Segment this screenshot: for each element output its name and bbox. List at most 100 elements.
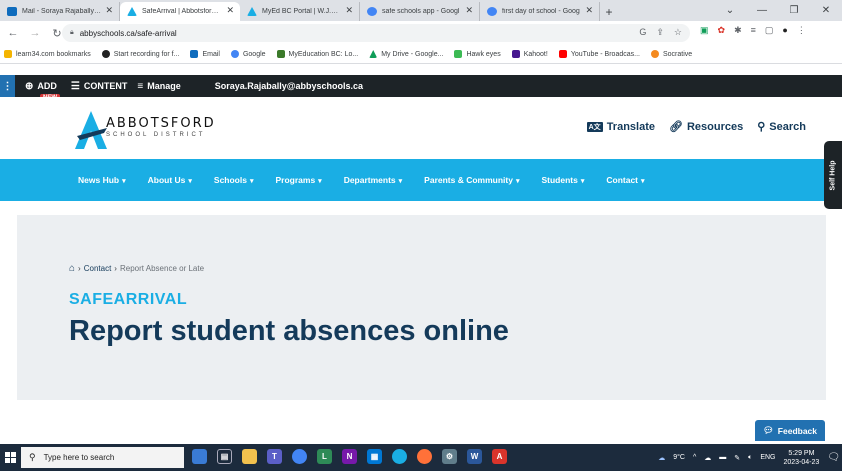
acrobat-icon[interactable]: A <box>492 449 507 464</box>
tab-title: MyEd BC Portal | W.J.Mou <box>262 8 341 15</box>
extension-icon[interactable]: ✿ <box>718 25 726 36</box>
nav-about-us[interactable]: About Us ▾ <box>148 175 192 185</box>
forward-arrow-icon[interactable]: → <box>26 27 44 39</box>
abbotsford-logo-icon[interactable] <box>74 109 108 151</box>
link-icon: 🔗︎ <box>669 121 683 133</box>
close-window-button[interactable]: ✕ <box>810 5 842 16</box>
add-button[interactable]: ⊕ ADD <box>25 81 57 92</box>
firefox-icon[interactable] <box>417 449 432 464</box>
browser-tab[interactable]: Mail - Soraya Rajabally - O ✕ <box>0 2 120 21</box>
back-arrow-icon[interactable]: ← <box>4 27 22 39</box>
nav-students[interactable]: Students ▾ <box>541 175 584 185</box>
weather-temp[interactable]: 9°C <box>673 454 685 461</box>
browser-tab[interactable]: MyEd BC Portal | W.J.Mou ✕ <box>240 2 360 21</box>
network-icon[interactable]: ▬ <box>719 454 726 461</box>
nav-schools[interactable]: Schools ▾ <box>214 175 254 185</box>
search-link[interactable]: ⚲ Search <box>757 120 806 134</box>
nav-departments[interactable]: Departments ▾ <box>344 175 402 185</box>
google-favicon-icon <box>487 7 497 16</box>
nav-programs[interactable]: Programs ▾ <box>275 175 321 185</box>
bookmark-label: learn34.com bookmarks <box>16 50 91 58</box>
edge-icon[interactable] <box>392 449 407 464</box>
close-icon[interactable]: ✕ <box>226 5 234 16</box>
nav-contact[interactable]: Contact ▾ <box>606 175 644 185</box>
bookmark-icon <box>101 50 110 58</box>
url-text[interactable]: abbyschools.ca/safe-arrival <box>80 29 177 38</box>
close-icon[interactable]: ✕ <box>585 5 593 16</box>
notifications-icon[interactable]: 🗨︎ <box>827 452 840 463</box>
minimize-button[interactable]: — <box>746 5 778 16</box>
chrome-icon[interactable] <box>292 449 307 464</box>
admin-menu-icon[interactable]: ⋮ <box>0 75 15 97</box>
bookmark[interactable]: My Drive - Google... <box>369 50 443 58</box>
language-indicator[interactable]: ENG <box>760 454 775 461</box>
address-bar[interactable]: 🔒︎ abbyschools.ca/safe-arrival G ⇪ ☆ <box>62 24 690 42</box>
calendar-icon[interactable]: ▦ <box>367 449 382 464</box>
add-label: ADD <box>37 81 57 91</box>
bookmark[interactable]: Start recording for f... <box>101 50 179 58</box>
browser-tab[interactable]: safe schools app - Googl ✕ <box>360 2 480 21</box>
youtube-icon <box>558 50 567 58</box>
restore-button[interactable]: ❐ <box>778 5 810 16</box>
reading-list-icon[interactable]: ≡ <box>751 25 756 36</box>
onenote-icon[interactable]: N <box>342 449 357 464</box>
bookmarks-bar: learn34.com bookmarks Start recording fo… <box>0 45 842 64</box>
resources-link[interactable]: 🔗︎ Resources <box>669 120 743 134</box>
chevron-down-icon[interactable]: ⌄ <box>714 5 746 16</box>
bookmark[interactable]: learn34.com bookmarks <box>4 50 91 58</box>
profile-avatar[interactable]: ● <box>782 25 787 36</box>
bookmark[interactable]: Socrative <box>650 50 692 58</box>
volume-icon[interactable]: 🔈︎ <box>748 454 752 462</box>
breadcrumb-contact[interactable]: Contact <box>84 264 112 273</box>
extension-icon[interactable]: ▣ <box>700 25 709 36</box>
self-help-tab[interactable]: Self Help <box>824 141 842 209</box>
nav-parents-community[interactable]: Parents & Community ▾ <box>424 175 519 185</box>
chevron-up-icon[interactable]: ^ <box>693 454 696 461</box>
browser-tab-active[interactable]: SafeArrival | Abbotsford S ✕ <box>120 2 240 21</box>
close-icon[interactable]: ✕ <box>345 5 353 16</box>
google-lens-icon[interactable]: G <box>639 27 646 38</box>
task-view-icon[interactable]: ▤ <box>217 449 232 464</box>
puzzle-icon[interactable]: ✱ <box>734 25 742 36</box>
manage-button[interactable]: ≡ Manage <box>137 81 180 92</box>
bookmark[interactable]: Hawk eyes <box>454 50 501 58</box>
pen-icon[interactable]: ✎ <box>734 454 740 462</box>
weather-icon[interactable]: ☁ <box>658 454 665 462</box>
bookmark[interactable]: Google <box>230 50 266 58</box>
page-kicker: SAFEARRIVAL <box>69 291 188 308</box>
star-icon[interactable]: ☆ <box>674 27 682 38</box>
home-icon[interactable]: ⌂ <box>69 263 75 274</box>
logo-wordmark[interactable]: ABBOTSFORD SCHOOL DISTRICT <box>106 116 216 138</box>
more-menu-icon[interactable]: ⋮ <box>797 25 806 36</box>
bookmark-label: Hawk eyes <box>466 50 501 58</box>
nav-news-hub[interactable]: News Hub ▾ <box>78 175 126 185</box>
new-tab-button[interactable]: + <box>600 2 618 21</box>
close-icon[interactable]: ✕ <box>105 5 113 16</box>
bookmark[interactable]: YouTube - Broadcas... <box>558 50 640 58</box>
side-panel-icon[interactable]: ▢ <box>765 25 774 36</box>
cloud-icon[interactable]: ☁ <box>704 454 711 462</box>
bookmark[interactable]: Kahoot! <box>511 50 548 58</box>
browser-tab[interactable]: first day of school - Goog ✕ <box>480 2 600 21</box>
word-icon[interactable]: W <box>467 449 482 464</box>
clock[interactable]: 5:29 PM 2023-04-23 <box>783 449 819 467</box>
file-explorer-icon[interactable] <box>242 449 257 464</box>
screen: Mail - Soraya Rajabally - O ✕ SafeArriva… <box>0 0 842 471</box>
user-email[interactable]: Soraya.Rajabally@abbyschools.ca <box>215 81 363 91</box>
taskbar-search-input[interactable]: ⚲ Type here to search <box>21 447 184 468</box>
share-icon[interactable]: ⇪ <box>656 27 664 38</box>
close-icon[interactable]: ✕ <box>465 5 473 16</box>
app-icon[interactable]: L <box>317 449 332 464</box>
logo-subtitle: SCHOOL DISTRICT <box>106 132 206 138</box>
windows-start-icon[interactable] <box>0 444 20 471</box>
feedback-button[interactable]: 💬︎ Feedback <box>755 420 826 441</box>
teams-icon[interactable]: T <box>267 449 282 464</box>
lock-icon[interactable]: 🔒︎ <box>70 29 74 37</box>
translate-link[interactable]: A文 Translate <box>586 121 655 133</box>
content-button[interactable]: ☰ CONTENT <box>71 81 127 92</box>
settings-icon[interactable]: ⚙ <box>442 449 457 464</box>
extension-icons: ▣ ✿ ✱ ≡ ▢ ● ⋮ <box>700 25 806 36</box>
bookmark[interactable]: MyEducation BC: Lo... <box>276 50 358 58</box>
widgets-icon[interactable] <box>192 449 207 464</box>
bookmark[interactable]: Email <box>190 50 220 58</box>
